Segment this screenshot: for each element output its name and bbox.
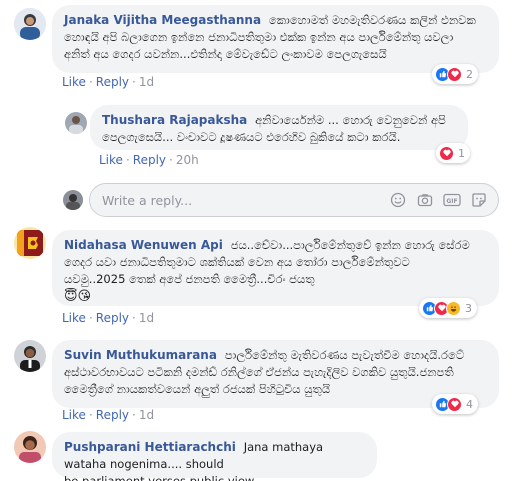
timestamp[interactable]: 1d	[139, 75, 154, 89]
comment-text: මෛත්‍රීගේ නායකත්වයෙන් අලුත් රජයක් පිහිටු…	[64, 382, 331, 396]
comment-author[interactable]: Thushara Rajapaksha	[102, 113, 247, 127]
reaction-count: 1	[458, 146, 465, 160]
comment-text: පෙලගැසෙයි... වංචාවට දූෂණයට එරෙහිව බුකියේ…	[102, 130, 401, 144]
avatar[interactable]	[65, 112, 87, 134]
like-link[interactable]: Like	[62, 311, 86, 325]
like-link[interactable]: Like	[62, 408, 86, 422]
comment-actions: Like · Reply · 1d	[62, 75, 155, 89]
avatar[interactable]	[14, 431, 46, 463]
reaction-summary[interactable]: 1	[436, 143, 470, 163]
like-link[interactable]: Like	[99, 153, 123, 167]
like-link[interactable]: Like	[62, 75, 86, 89]
haha-reaction-icon	[446, 300, 461, 316]
comment-text: be parliament verses public view...	[64, 474, 265, 481]
comment-text: අනිවාර්යෙන්ම ... හොරු වෙනුවෙන් අපි	[255, 113, 446, 127]
comment-actions: Like · Reply · 1d	[62, 408, 155, 422]
comment-actions: Like · Reply · 20h	[99, 153, 199, 167]
camera-icon[interactable]	[416, 191, 434, 209]
comment-bubble: Thushara Rajapaksha අනිවාර්යෙන්ම ... හොර…	[90, 105, 468, 150]
comment-text: කොහොමත් මහමැතිවරණය කලින් එනවක	[268, 13, 476, 27]
reply-input[interactable]: Write a reply...	[102, 193, 192, 208]
comment-text: අනිත් අය ගෙදර යවන්න...එතින්දා මේවැඩේට ලං…	[64, 47, 387, 61]
reply-link[interactable]: Reply	[133, 153, 166, 167]
love-reaction-icon	[447, 396, 462, 412]
comment-text: ජය..චේවා...පාර්ලිමේන්තුවේ ඉන්න හොරු සේරම	[230, 238, 470, 252]
comment-text: ගෙදර යවා ජනාධිපතිතුමාට ශක්තියක් වෙන අය ත…	[64, 255, 410, 269]
emoji-icon[interactable]	[389, 191, 407, 209]
avatar[interactable]	[14, 340, 46, 372]
sticker-icon[interactable]	[470, 191, 488, 209]
comment-bubble: Nidahasa Wenuwen Api ජය..චේවා...පාර්ලිමේ…	[52, 230, 499, 306]
comment-author[interactable]: Janaka Vijitha Meegasthanna	[64, 13, 261, 27]
reply-link[interactable]: Reply	[96, 311, 129, 325]
avatar[interactable]	[14, 8, 46, 40]
comment-text: අස්ථාවරභාවයට පටිකනි දමන්ඩ් රනිල්ගේ ඒජන්ය…	[64, 365, 454, 379]
comment-author[interactable]: Suvin Muthukumarana	[64, 348, 217, 362]
comment-text: යවමු..2025 තෙක් අපේ ජනපති මෛත්‍රී...චිරං…	[64, 272, 315, 286]
comment-bubble: Suvin Muthukumarana පාර්ලිමේන්තු මැතිවරණ…	[52, 340, 499, 408]
love-reaction-icon	[447, 66, 462, 82]
reaction-count: 2	[466, 67, 473, 81]
reaction-summary[interactable]: 2	[432, 64, 478, 84]
comment-actions: Like · Reply · 1d	[62, 311, 155, 325]
reply-link[interactable]: Reply	[96, 75, 129, 89]
comment-text: හොඳයි අපි බලාගෙන ඉන්නෙ ජනාධිපතිතුමා එක්ක…	[64, 30, 454, 44]
reaction-summary[interactable]: 3	[419, 298, 477, 318]
reaction-count: 3	[465, 301, 472, 315]
comment-text: පාර්ලිමේන්තු මැතිවරණය පැවැත්වීම හොදයි.රට…	[224, 348, 465, 362]
reaction-count: 4	[466, 397, 473, 411]
timestamp[interactable]: 1d	[139, 311, 154, 325]
gif-icon[interactable]: GIF	[443, 191, 461, 209]
timestamp[interactable]: 20h	[176, 153, 199, 167]
svg-text:GIF: GIF	[446, 198, 457, 205]
comment-author[interactable]: Pushparani Hettiarachchi	[64, 440, 236, 454]
avatar	[63, 190, 83, 210]
comment-author[interactable]: Nidahasa Wenuwen Api	[64, 238, 223, 252]
love-reaction-icon	[439, 145, 454, 161]
comment-bubble: Pushparani Hettiarachchi Jana mathaya wa…	[52, 432, 377, 481]
timestamp[interactable]: 1d	[139, 408, 154, 422]
comment-bubble: Janaka Vijitha Meegasthanna කොහොමත් මහමැ…	[52, 5, 499, 73]
reply-box[interactable]: Write a reply... GIF	[89, 183, 499, 217]
avatar[interactable]	[14, 227, 46, 259]
reaction-summary[interactable]: 4	[432, 394, 478, 414]
reply-link[interactable]: Reply	[96, 408, 129, 422]
